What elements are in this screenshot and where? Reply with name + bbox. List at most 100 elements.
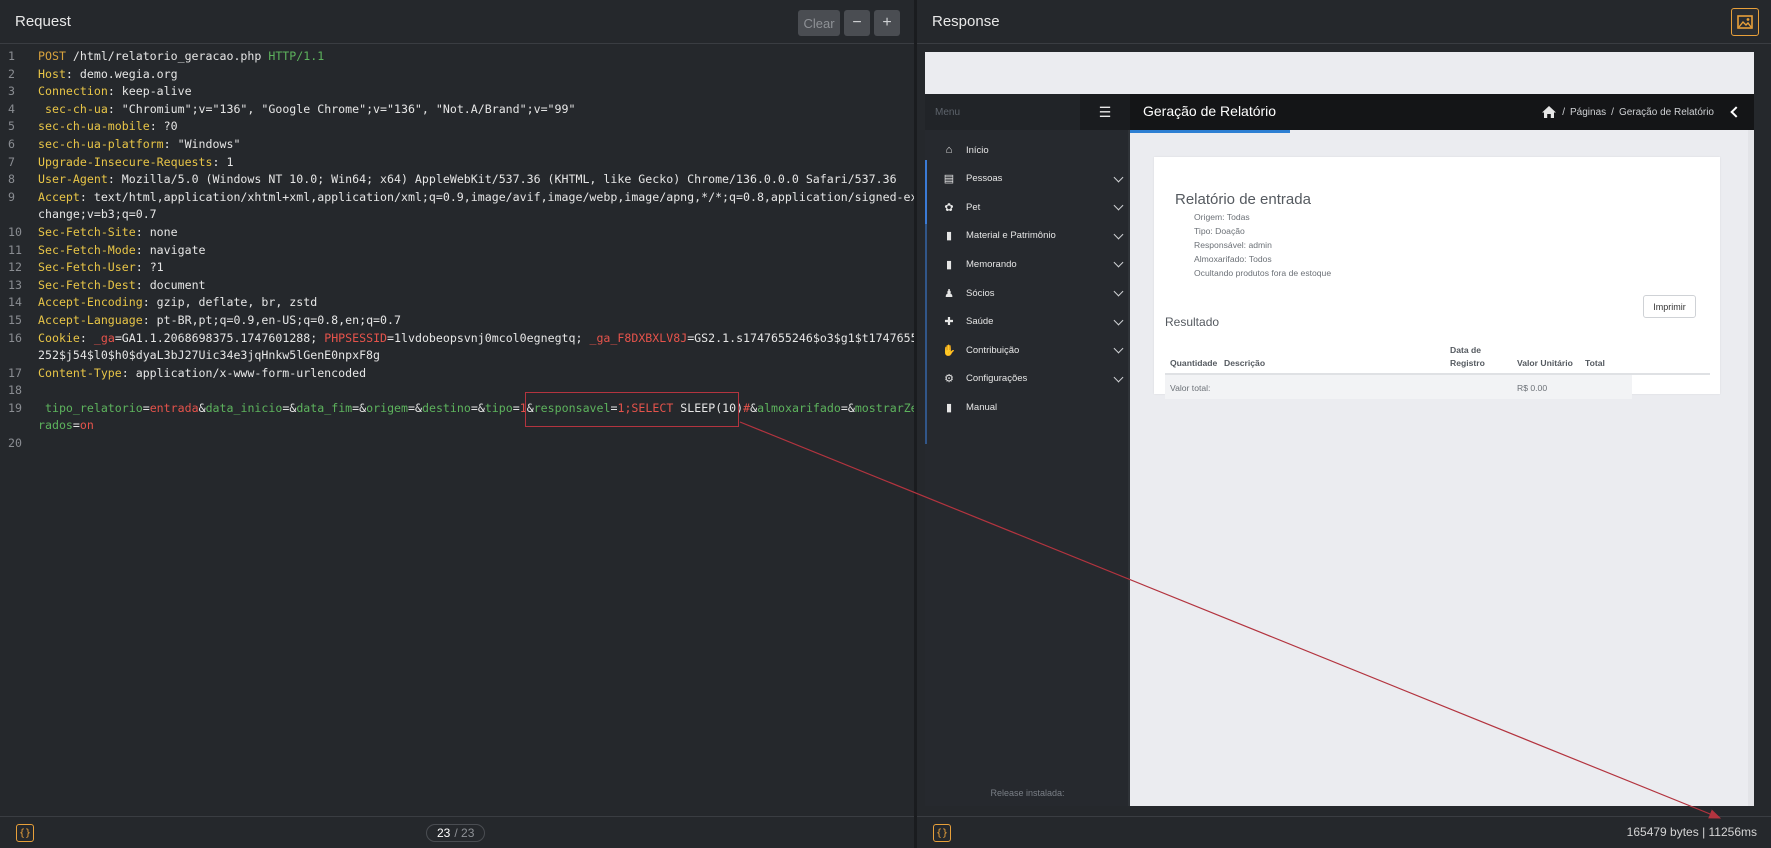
code-text: POST /html/relatorio_geracao.php HTTP/1.… — [38, 49, 325, 63]
print-button[interactable]: Imprimir — [1643, 295, 1696, 318]
code-text: sec-ch-ua: "Chromium";v="136", "Google C… — [38, 101, 576, 116]
chevron-down-icon — [1113, 257, 1124, 268]
line-number: 16 — [8, 330, 22, 345]
code-line[interactable]: 11 Sec-Fetch-Mode: navigate — [0, 242, 914, 260]
hand-icon: ✋ — [942, 344, 956, 357]
code-line[interactable]: 19 tipo_relatorio=entrada&data_inicio=&d… — [0, 400, 918, 418]
line-number: 10 — [8, 224, 22, 239]
code-text: Host: demo.wegia.org — [38, 66, 178, 81]
code-line[interactable]: 15 Accept-Language: pt-BR,pt;q=0.9,en-US;… — [0, 312, 914, 330]
column-header: Total — [1585, 358, 1605, 368]
sidebar-item-label: Pet — [966, 201, 981, 213]
breadcrumb-item[interactable]: Páginas — [1570, 107, 1606, 118]
code-line[interactable]: 13 Sec-Fetch-Dest: document — [0, 277, 914, 295]
home-icon: ⌂ — [945, 144, 953, 156]
injection-highlight-box — [525, 392, 739, 427]
gear-icon: ⚙ — [944, 373, 954, 386]
line-number: 1 — [8, 49, 15, 63]
app-sidebar: Menu ☰ ⌂ Início ▤ Pessoas ✿ Pet ▮ Material e Pa… — [925, 94, 1130, 806]
chevron-down-icon — [1113, 172, 1124, 183]
code-line[interactable]: 4 sec-ch-ua: "Chromium";v="136", "Google… — [0, 101, 914, 119]
request-editor[interactable]: 1 POST /html/relatorio_geracao.php HTTP/1… — [0, 48, 918, 453]
code-line[interactable]: 1 POST /html/relatorio_geracao.php HTTP/1… — [0, 48, 914, 66]
sidebar-accent — [925, 160, 927, 224]
zoom-out-button[interactable]: − — [844, 10, 870, 36]
code-line[interactable]: 10 Sec-Fetch-Site: none — [0, 224, 914, 242]
code-text: Accept-Encoding: gzip, deflate, br, zstd — [38, 295, 318, 310]
code-text: sec-ch-ua-mobile: ?0 — [38, 119, 178, 134]
sidebar-item[interactable]: ✚ Saúde — [925, 306, 1130, 338]
hamburger-icon[interactable]: ☰ — [1080, 94, 1130, 130]
page-content: Geração de Relatório / Páginas / Geração… — [1130, 94, 1754, 806]
report-filter: Almoxarifado: Todos — [1194, 254, 1272, 264]
code-line[interactable]: 8 User-Agent: Mozilla/5.0 (Windows NT 10.… — [0, 171, 914, 189]
code-text: 252$j54$l0$h0$dyaL3bJ27Uic34e3jqHnkw5lGe… — [38, 348, 381, 363]
code-line[interactable]: 3 Connection: keep-alive — [0, 83, 914, 101]
code-text: Sec-Fetch-Site: none — [38, 224, 178, 239]
sidebar-item[interactable]: ✿ Pet — [925, 191, 1130, 223]
code-line[interactable]: 12 Sec-Fetch-User: ?1 — [0, 259, 914, 277]
chevron-left-icon[interactable] — [1730, 106, 1742, 118]
request-footer: {} 23 / 23 — [0, 816, 914, 848]
medical-icon: ✚ — [944, 316, 954, 329]
line-number: 2 — [8, 66, 15, 81]
sidebar-item[interactable]: ⚙ Configurações — [925, 363, 1130, 395]
code-line[interactable]: 17 Content-Type: application/x-www-form-u… — [0, 365, 914, 383]
response-stats: 165479 bytes | 11256ms — [1626, 825, 1757, 839]
line-number: 3 — [8, 84, 15, 99]
sidebar-item[interactable]: ✋ Contribuição — [925, 334, 1130, 366]
code-text: rados=on — [38, 418, 94, 433]
column-header: Quantidade — [1170, 358, 1218, 368]
home-icon[interactable] — [1541, 105, 1557, 119]
request-panel: Request Clear − + 1 POST /html/relatorio_… — [0, 0, 918, 848]
sidebar-item-label: Manual — [966, 401, 998, 413]
code-line[interactable]: 2 Host: demo.wegia.org — [0, 66, 914, 84]
code-line[interactable]: 16 Cookie: _ga=GA1.1.2068698375.174760128… — [0, 330, 918, 348]
code-line[interactable]: rados=on — [0, 417, 914, 435]
response-header: Response — [917, 0, 1771, 44]
code-line[interactable]: 20 — [0, 435, 914, 453]
sidebar-item[interactable]: ▮ Manual — [925, 391, 1130, 423]
sidebar-item-label: Memorando — [966, 258, 1017, 270]
book-icon: ▮ — [945, 230, 953, 243]
sidebar-item-label: Pessoas — [966, 173, 1003, 185]
code-line[interactable]: 5 sec-ch-ua-mobile: ?0 — [0, 118, 914, 136]
code-text: Sec-Fetch-User: ?1 — [38, 260, 164, 275]
sidebar-item[interactable]: ♟ Sócios — [925, 277, 1130, 309]
report-filter: Tipo: Doação — [1194, 226, 1245, 236]
code-line[interactable]: change;v=b3;q=0.7 — [0, 206, 914, 224]
chevron-down-icon — [1113, 343, 1124, 354]
code-line[interactable]: 14 Accept-Encoding: gzip, deflate, br, zs… — [0, 294, 914, 312]
sidebar-item[interactable]: ⌂ Início — [925, 134, 1130, 166]
format-json-button[interactable]: {} — [933, 824, 951, 842]
code-line[interactable]: 18 — [0, 382, 914, 400]
sidebar-item[interactable]: ▮ Material e Patrimônio — [925, 220, 1130, 252]
zoom-in-button[interactable]: + — [874, 10, 900, 36]
column-header: Valor Unitário — [1517, 358, 1573, 368]
menu-label: Menu — [935, 107, 961, 118]
code-line[interactable]: 6 sec-ch-ua-platform: "Windows" — [0, 136, 914, 154]
breadcrumb-item: Geração de Relatório — [1618, 106, 1714, 118]
clear-button[interactable]: Clear — [798, 10, 840, 36]
sidebar-item-label: Contribuição — [966, 344, 1020, 356]
book-icon: ▮ — [945, 401, 953, 414]
users-icon: ♟ — [944, 287, 954, 300]
render-image-button[interactable] — [1731, 8, 1759, 36]
line-number: 8 — [8, 172, 15, 187]
code-line[interactable]: 7 Upgrade-Insecure-Requests: 1 — [0, 154, 914, 172]
code-line[interactable]: 252$j54$l0$h0$dyaL3bJ27Uic34e3jqHnkw5lGe… — [0, 347, 914, 365]
line-number: 9 — [8, 189, 15, 204]
column-header: Descrição — [1224, 358, 1266, 368]
line-number: 17 — [8, 365, 22, 380]
format-json-button[interactable]: {} — [16, 824, 34, 842]
sidebar-item[interactable]: ▤ Pessoas — [925, 163, 1130, 195]
chevron-down-icon — [1113, 200, 1124, 211]
code-line[interactable]: 9 Accept: text/html,application/xhtml+xml… — [0, 189, 918, 207]
column-header: Data de Registro — [1450, 345, 1485, 368]
sidebar-item-label: Início — [966, 144, 989, 156]
page-total: / 23 — [454, 826, 475, 840]
sidebar-item[interactable]: ▮ Memorando — [925, 248, 1130, 280]
content-header: Geração de Relatório / Páginas / Geração… — [1130, 94, 1754, 130]
report-filter: Ocultando produtos fora de estoque — [1194, 268, 1332, 278]
line-number: 18 — [8, 383, 22, 398]
